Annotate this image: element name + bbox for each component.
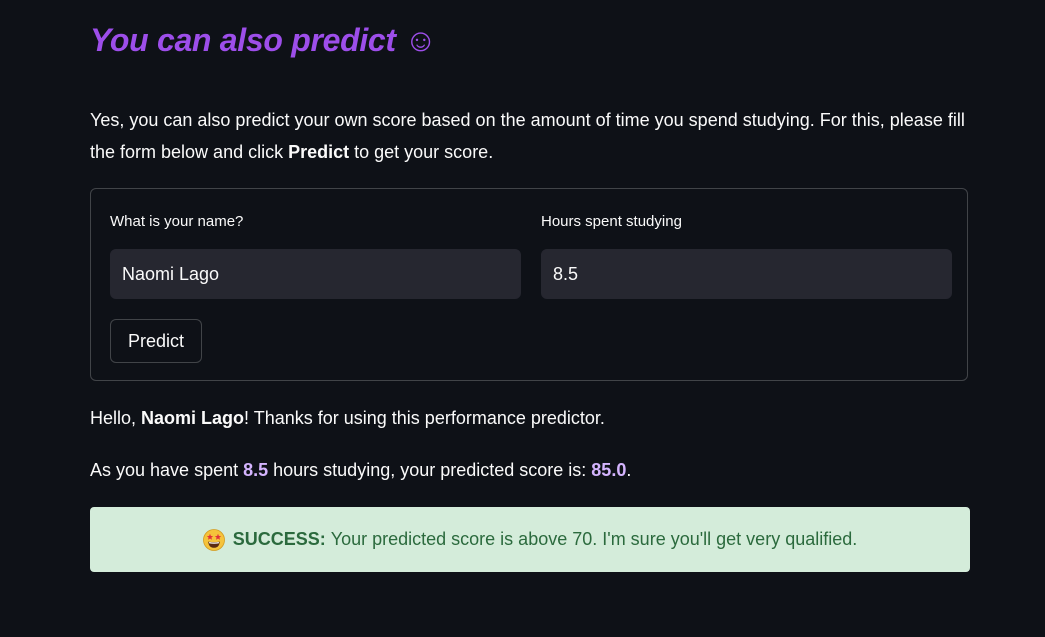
name-input[interactable] <box>110 249 521 299</box>
intro-bold-predict: Predict <box>288 142 350 162</box>
success-alert: SUCCESS: Your predicted score is above 7… <box>90 507 970 572</box>
greeting-line: Hello, Naomi Lago! Thanks for using this… <box>90 408 605 429</box>
greeting-prefix: Hello, <box>90 408 142 428</box>
page-title-text: You can also predict <box>90 22 396 58</box>
greeting-suffix: ! Thanks for using this performance pred… <box>244 408 605 428</box>
smiley-icon: ☺ <box>404 22 437 58</box>
alert-label: SUCCESS: <box>232 529 326 549</box>
greeting-name: Naomi Lago <box>141 408 245 428</box>
hours-input[interactable] <box>541 249 952 299</box>
predict-button[interactable]: Predict <box>110 319 202 363</box>
score-suffix: . <box>626 460 632 480</box>
intro-paragraph: Yes, you can also predict your own score… <box>90 104 980 168</box>
star-struck-emoji-icon <box>202 528 225 551</box>
prediction-form: What is your name? Hours spent studying … <box>90 188 968 381</box>
intro-text-before: Yes, you can also predict your own score… <box>90 110 965 162</box>
alert-message: Your predicted score is above 70. I'm su… <box>330 529 858 549</box>
score-value: 85.0 <box>591 460 627 480</box>
name-field-label: What is your name? <box>110 213 244 230</box>
score-mid: hours studying, your predicted score is: <box>268 460 592 480</box>
score-hours: 8.5 <box>243 460 269 480</box>
intro-text-after: to get your score. <box>349 142 494 162</box>
score-line: As you have spent 8.5 hours studying, yo… <box>90 460 631 481</box>
hours-field-label: Hours spent studying <box>541 213 682 230</box>
score-prefix: As you have spent <box>90 460 244 480</box>
app-page: You can also predict ☺ Yes, you can also… <box>0 0 1045 637</box>
page-title: You can also predict ☺ <box>90 22 437 59</box>
